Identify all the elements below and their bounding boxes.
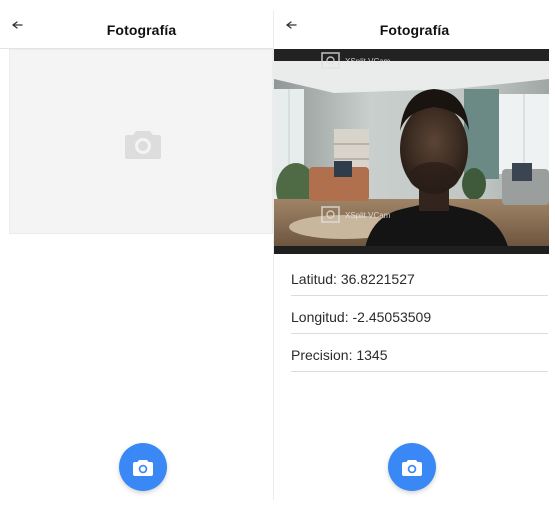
watermark-text-bottom: XSplit VCam (345, 211, 391, 220)
captured-photo: XSplit VCam XSplit VCam (274, 49, 549, 254)
photo-placeholder (9, 49, 273, 234)
photo-screen-empty: Fotografía (0, 0, 273, 509)
longitude-text: Longitud: -2.45053509 (291, 309, 432, 325)
take-photo-button[interactable] (119, 443, 167, 491)
page-title: Fotografía (106, 22, 177, 38)
camera-icon (133, 460, 153, 476)
longitude-row: Longitud: -2.45053509 (291, 296, 548, 334)
camera-icon (125, 131, 161, 159)
page-title: Fotografía (379, 22, 450, 38)
watermark-text-top: XSplit VCam (345, 57, 391, 66)
latitude-text: Latitud: 36.8221527 (291, 271, 415, 287)
precision-text: Precision: 1345 (291, 347, 388, 363)
app-bar: Fotografía (274, 0, 555, 48)
camera-icon (402, 460, 422, 476)
app-bar: Fotografía (0, 0, 273, 48)
photo-screen-captured: Fotografía XSplit VCam XSplit VCam Latit… (274, 0, 555, 509)
precision-row: Precision: 1345 (291, 334, 548, 372)
latitude-row: Latitud: 36.8221527 (291, 258, 548, 296)
screenshot-root: Fotografía Fotografía XSplit VCam XSplit… (0, 0, 555, 509)
take-photo-button[interactable] (388, 443, 436, 491)
photo-image: XSplit VCam XSplit VCam (274, 49, 549, 254)
